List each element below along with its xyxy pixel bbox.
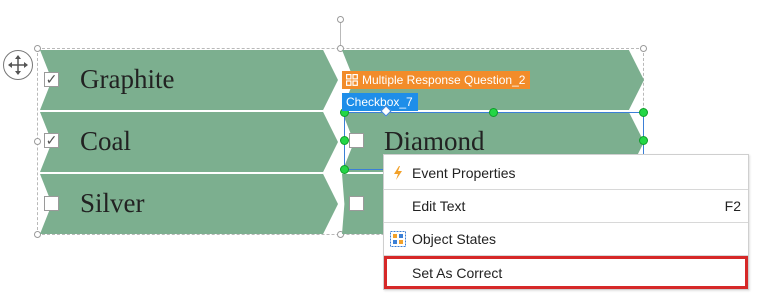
object-states-icon (390, 231, 406, 247)
option-label-graphite: Graphite (80, 64, 175, 94)
selection-handle-mr[interactable] (639, 136, 648, 145)
lightning-icon (390, 165, 406, 181)
move-icon[interactable] (3, 50, 33, 80)
menu-label: Set As Correct (412, 265, 503, 281)
checkbox-graphite[interactable]: ✓ (44, 72, 59, 87)
resize-handle-tl[interactable] (34, 45, 41, 52)
selection-handle-ml[interactable] (340, 136, 349, 145)
checkbox-coal[interactable]: ✓ (44, 133, 59, 148)
question-tag-label: Multiple Response Question_2 (362, 73, 526, 87)
menu-label: Object States (412, 231, 497, 247)
menu-shortcut: F2 (724, 198, 741, 214)
menu-item-set-as-correct[interactable]: Set As Correct (384, 256, 748, 289)
question-tag: Multiple Response Question_2 (342, 71, 531, 89)
selection-handle-tm[interactable] (489, 108, 498, 117)
checkbox-bottom-right[interactable] (349, 196, 364, 211)
resize-handle-bl[interactable] (34, 231, 41, 238)
rotate-handle[interactable] (337, 16, 344, 23)
menu-item-event-properties[interactable]: Event Properties (384, 157, 748, 189)
selection-handle-tr[interactable] (639, 108, 648, 117)
menu-item-edit-text[interactable]: Edit Text F2 (384, 190, 748, 222)
option-label-coal: Coal (80, 126, 131, 156)
option-label-silver: Silver (80, 188, 145, 218)
resize-handle-ml[interactable] (34, 138, 41, 145)
menu-item-object-states[interactable]: Object States (384, 223, 748, 255)
checkbox-tag-label: Checkbox_7 (346, 95, 413, 109)
canvas: ✓ Graphite ✓ Coal Silver Diamond Multipl… (0, 0, 760, 302)
selection-handle-bl[interactable] (340, 165, 349, 174)
menu-label: Event Properties (412, 165, 516, 181)
rotate-line (340, 20, 341, 48)
grid-icon (346, 73, 358, 86)
resize-handle-tr[interactable] (640, 45, 647, 52)
menu-label: Edit Text (412, 198, 466, 214)
checkbox-tag: Checkbox_7 (342, 93, 418, 111)
context-menu: Event Properties Edit Text F2 Object Sta… (383, 154, 749, 290)
checkbox-silver[interactable] (44, 196, 59, 211)
